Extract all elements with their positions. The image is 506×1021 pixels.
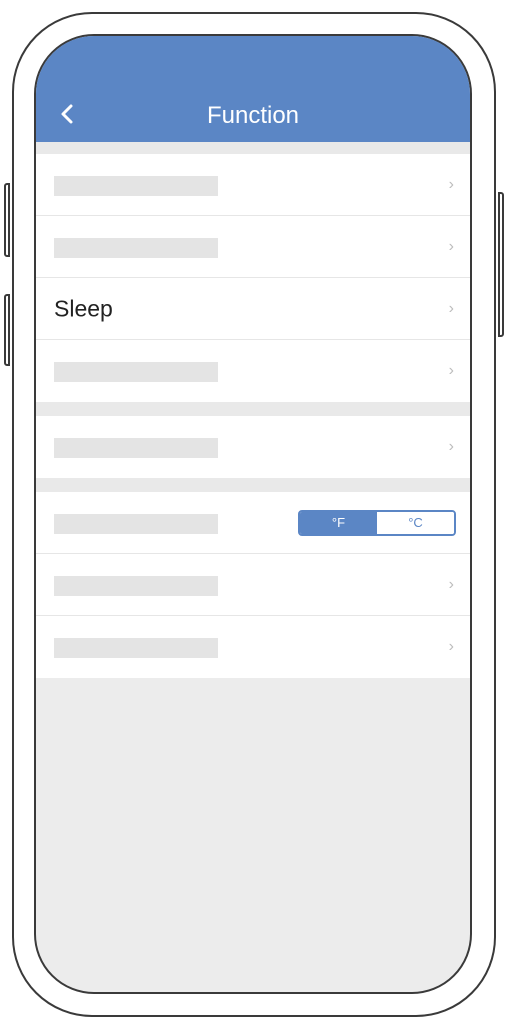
list-item[interactable]: › xyxy=(36,154,470,216)
redacted-label xyxy=(54,576,218,596)
section-spacer xyxy=(36,402,470,416)
list-item[interactable]: › xyxy=(36,416,470,478)
chevron-right-icon: › xyxy=(448,638,454,655)
celsius-option[interactable]: °C xyxy=(377,511,454,534)
list-item[interactable]: › xyxy=(36,216,470,278)
chevron-right-icon: › xyxy=(448,362,454,379)
chevron-right-icon: › xyxy=(448,175,454,193)
chevron-right-icon: › xyxy=(448,237,454,255)
volume-up-button xyxy=(4,183,10,257)
section-spacer xyxy=(36,142,470,154)
fahrenheit-option[interactable]: °F xyxy=(300,511,377,534)
app-screen: Function › › Sleep › › › °F °C › › xyxy=(34,34,472,994)
page-title: Function xyxy=(206,102,300,129)
list-item[interactable]: › xyxy=(36,616,470,678)
list-item-sleep[interactable]: Sleep › xyxy=(36,278,470,340)
list-item-temperature-unit: °F °C xyxy=(36,492,470,554)
redacted-label xyxy=(54,176,218,196)
redacted-label xyxy=(54,238,218,258)
temperature-unit-toggle[interactable]: °F °C xyxy=(298,509,456,536)
sleep-label: Sleep xyxy=(54,295,113,321)
list-item[interactable]: › xyxy=(36,340,470,402)
power-button xyxy=(498,192,504,337)
redacted-label xyxy=(54,438,218,458)
chevron-right-icon: › xyxy=(448,438,454,455)
list-item[interactable]: › xyxy=(36,554,470,616)
section-spacer xyxy=(36,478,470,492)
volume-down-button xyxy=(4,294,10,366)
nav-bar: Function xyxy=(36,36,470,142)
function-list: › › Sleep › › › °F °C › › xyxy=(36,142,470,678)
redacted-label xyxy=(54,514,218,534)
redacted-label xyxy=(54,362,218,382)
redacted-label xyxy=(54,638,218,658)
chevron-right-icon: › xyxy=(448,299,454,317)
chevron-right-icon: › xyxy=(448,575,454,593)
